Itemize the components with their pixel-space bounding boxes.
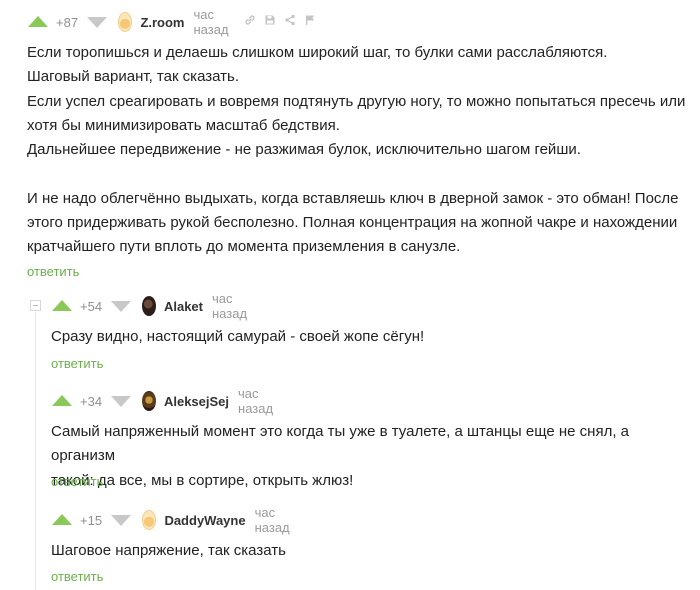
comment-time[interactable]: час назад — [194, 7, 235, 37]
save-icon[interactable] — [264, 13, 276, 31]
collapse-thread-button[interactable] — [30, 300, 41, 311]
author-name[interactable]: Alaket — [164, 299, 203, 314]
avatar[interactable] — [142, 510, 157, 530]
upvote-icon[interactable] — [52, 514, 72, 525]
reply-link[interactable]: ответить — [27, 264, 79, 279]
comment-line: этого придерживать рукой бесполезно. Пол… — [27, 214, 678, 232]
share-icon[interactable] — [284, 13, 296, 31]
avatar[interactable] — [142, 391, 156, 411]
comment-rating: +87 — [56, 14, 79, 30]
upvote-icon[interactable] — [28, 16, 48, 27]
author-name[interactable]: Z.room — [140, 15, 184, 30]
comment-text: Если торопишься и делаешь слишком широки… — [27, 41, 687, 260]
comment-header: +34 AleksejSej час назад — [52, 386, 289, 416]
author-name[interactable]: DaddyWayne — [164, 513, 245, 528]
comment-line: Если успел среагировать и вовремя подтян… — [27, 92, 686, 110]
comment-header: +54 Alaket час назад — [52, 291, 263, 321]
comment-line: Сразу видно, настоящий самурай - своей ж… — [51, 328, 425, 345]
comment-rating: +54 — [80, 298, 103, 314]
comment-rating: +34 — [80, 393, 103, 409]
comment-header: +87 Z.room час назад — [28, 7, 324, 37]
comment-line — [27, 162, 687, 186]
link-icon[interactable] — [244, 13, 256, 31]
comment-line: такой: да все, мы в сортире, открыть жлю… — [51, 471, 354, 489]
author-name[interactable]: AleksejSej — [164, 394, 229, 409]
comment-header: +15 DaddyWayne час назад — [52, 505, 305, 535]
comment-text: Шаговое напряжение, так сказать — [51, 539, 681, 563]
comment-line: Если торопишься и делаешь слишком широки… — [27, 44, 608, 61]
upvote-icon[interactable] — [52, 395, 72, 406]
thread-line — [35, 312, 36, 590]
comment-line: хотя бы минимизировать масштаб бедствия. — [27, 116, 340, 134]
reply-link[interactable]: ответить — [51, 474, 103, 489]
comment-text: Сразу видно, настоящий самурай - своей ж… — [51, 325, 681, 349]
comment-time[interactable]: час назад — [238, 386, 279, 416]
avatar[interactable] — [142, 296, 156, 316]
comment-line: Шаговый вариант, так сказать. — [27, 68, 239, 86]
downvote-icon[interactable] — [111, 396, 132, 407]
flag-icon[interactable] — [304, 13, 316, 31]
comment-line: Дальнейшее передвижение - не разжимая бу… — [27, 141, 581, 159]
comment-time[interactable]: час назад — [255, 505, 296, 535]
comment-line: Шаговое напряжение, так сказать — [51, 542, 286, 559]
reply-link[interactable]: ответить — [51, 569, 103, 584]
comment-time[interactable]: час назад — [212, 291, 253, 321]
comment-line: кратчайшего пути вплоть до момента призе… — [27, 238, 461, 256]
downvote-icon[interactable] — [87, 17, 108, 28]
comment-line: И не надо облегчённо выдыхать, когда вст… — [27, 189, 679, 207]
comment-line: Самый напряженный момент это когда ты уж… — [51, 423, 630, 465]
comment-rating: +15 — [80, 512, 103, 528]
upvote-icon[interactable] — [52, 300, 72, 311]
downvote-icon[interactable] — [111, 515, 132, 526]
downvote-icon[interactable] — [111, 301, 132, 312]
avatar[interactable] — [118, 12, 133, 32]
reply-link[interactable]: ответить — [51, 356, 103, 371]
comment-text: Самый напряженный момент это когда ты уж… — [51, 420, 691, 493]
